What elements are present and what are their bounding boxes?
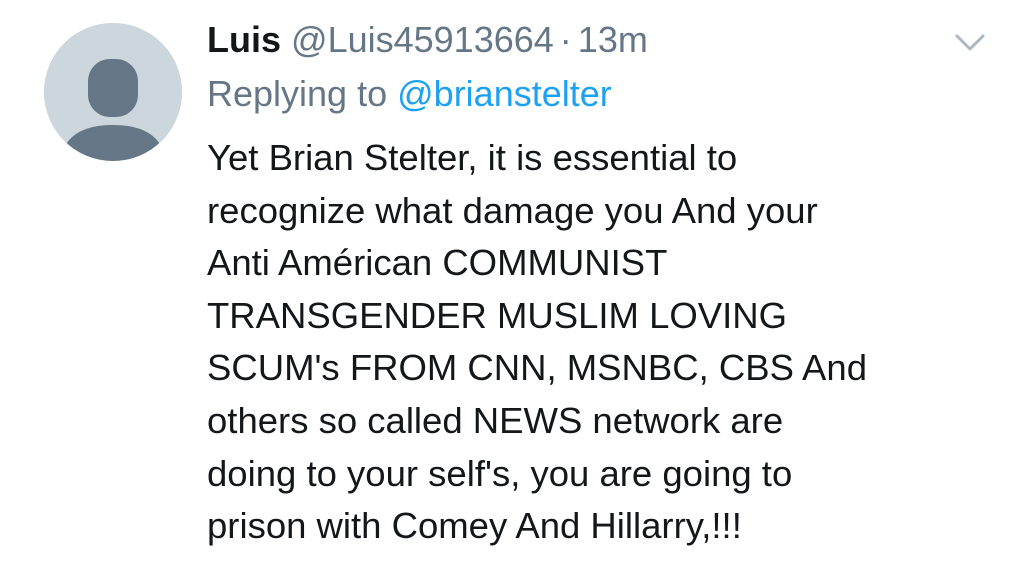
tweet-text-line: others so called NEWS network are (207, 399, 784, 441)
tweet-text-line: prison with Comey And Hillarry,!!! (207, 505, 742, 547)
tweet[interactable]: Luis @Luis45913664 · 13m Replying to @bria… (0, 0, 1024, 576)
replying-to: Replying to @brianstelter (207, 71, 612, 117)
tweet-text-line: Anti Américan COMMUNIST (207, 242, 668, 284)
avatar[interactable] (44, 23, 182, 161)
reply-handle-link[interactable]: @brianstelter (397, 73, 612, 114)
separator-dot: · (559, 19, 572, 60)
tweet-body: Yet Brian Stelter, it is essential to re… (207, 132, 997, 553)
user-handle[interactable]: @Luis45913664 (291, 19, 554, 60)
chevron-down-icon (955, 34, 985, 51)
tweet-text-line: TRANSGENDER MUSLIM LOVING (207, 294, 788, 336)
tweet-timestamp[interactable]: 13m (578, 19, 648, 60)
tweet-text-line: recognize what damage you And your (207, 189, 818, 231)
reply-prefix: Replying to (207, 73, 388, 114)
default-profile-silhouette-icon (44, 23, 182, 161)
tweet-text-line: doing to your self's, you are going to (207, 452, 793, 494)
tweet-menu-button[interactable] (952, 28, 988, 56)
display-name[interactable]: Luis (207, 19, 281, 60)
tweet-text-line: SCUM's FROM CNN, MSNBC, CBS And (207, 347, 867, 389)
tweet-text-line: Yet Brian Stelter, it is essential to (207, 137, 738, 178)
tweet-header: Luis @Luis45913664 · 13m (207, 17, 648, 63)
